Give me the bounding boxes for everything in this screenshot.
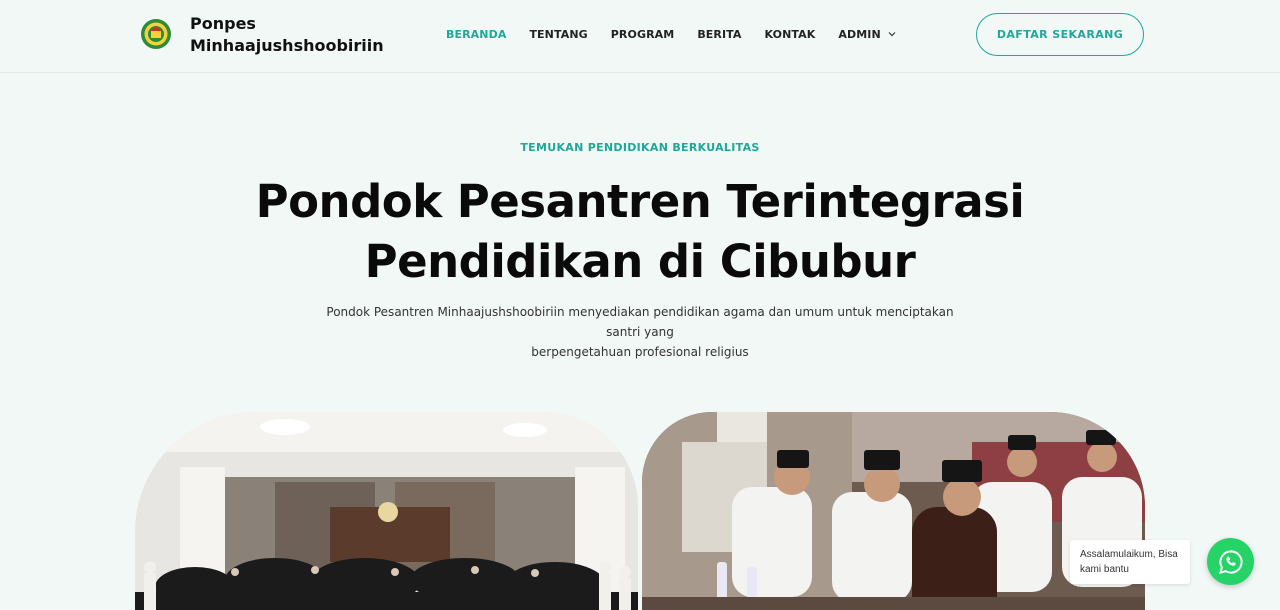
register-button[interactable]: DAFTAR SEKARANG xyxy=(976,13,1144,56)
nav-item-admin-label: ADMIN xyxy=(838,27,881,41)
brand-line-2: Minhaajushshoobiriin xyxy=(190,36,384,55)
nav-item-beranda[interactable]: BERANDA xyxy=(446,28,506,41)
nav-item-program[interactable]: PROGRAM xyxy=(611,28,675,41)
nav-item-tentang[interactable]: TENTANG xyxy=(529,28,587,41)
pesantren-emblem-icon[interactable] xyxy=(140,18,172,50)
hero-photo-congregation xyxy=(135,412,638,610)
hero-title: Pondok Pesantren Terintegrasi Pendidikan… xyxy=(0,172,1280,292)
whatsapp-icon xyxy=(1218,549,1243,574)
hero-subtitle: Pondok Pesantren Minhaajushshoobiriin me… xyxy=(310,302,970,362)
nav-item-berita[interactable]: BERITA xyxy=(697,28,741,41)
hero-eyebrow: TEMUKAN PENDIDIKAN BERKUALITAS xyxy=(520,141,760,154)
nav-item-kontak[interactable]: KONTAK xyxy=(765,28,816,41)
hero-subtitle-line-2: berpengetahuan profesional religius xyxy=(531,345,749,359)
chevron-down-icon xyxy=(888,32,896,37)
hero-title-line-2: Pendidikan di Cibubur xyxy=(364,235,916,288)
main-nav: BERANDA TENTANG PROGRAM BERITA KONTAK AD… xyxy=(446,25,919,43)
whatsapp-greeting-bubble[interactable]: Assalamulaikum, Bisa kami bantu xyxy=(1070,540,1190,584)
whatsapp-chat-button[interactable] xyxy=(1207,538,1254,585)
nav-item-admin[interactable]: ADMIN xyxy=(838,27,896,41)
site-header: Ponpes Minhaajushshoobiriin BERANDA TENT… xyxy=(0,0,1280,73)
hero-subtitle-line-1: Pondok Pesantren Minhaajushshoobiriin me… xyxy=(326,305,954,339)
brand-line-1: Ponpes xyxy=(190,14,256,33)
site-brand[interactable]: Ponpes Minhaajushshoobiriin xyxy=(190,13,384,57)
hero-title-line-1: Pondok Pesantren Terintegrasi xyxy=(255,175,1025,228)
